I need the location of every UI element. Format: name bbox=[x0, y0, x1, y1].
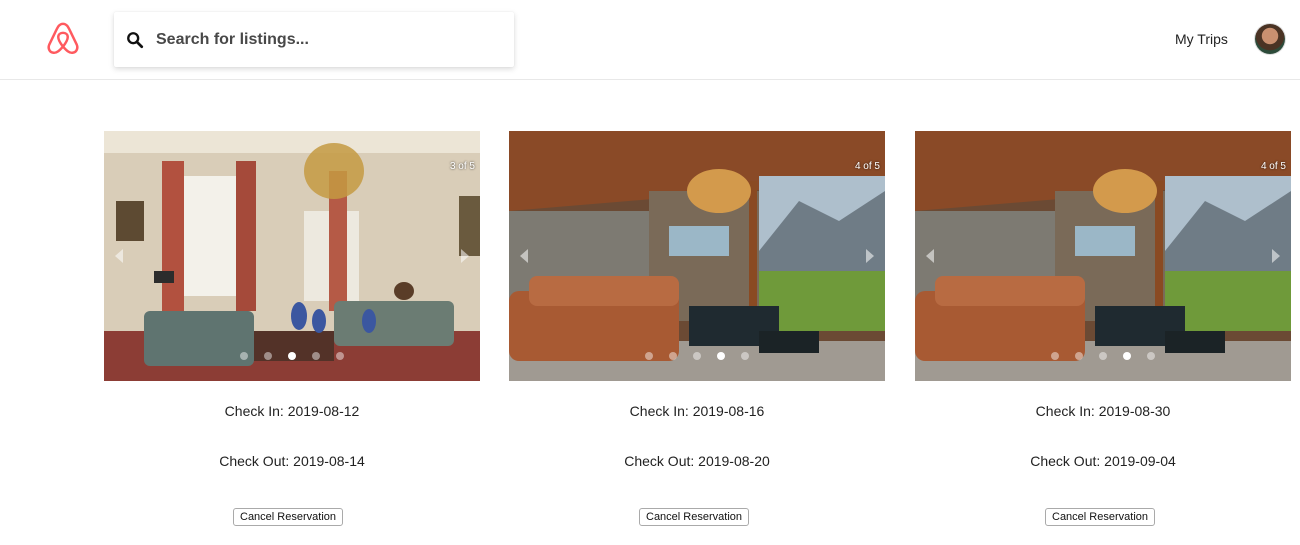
photo-dots bbox=[915, 352, 1291, 362]
carousel-dot[interactable] bbox=[1147, 352, 1155, 360]
listing-photo[interactable]: 4 of 5 bbox=[915, 131, 1291, 381]
carousel-dot[interactable] bbox=[1099, 352, 1107, 360]
check-in-date: Check In: 2019-08-16 bbox=[629, 403, 765, 419]
carousel-dot[interactable] bbox=[717, 352, 725, 360]
carousel-dot[interactable] bbox=[1051, 352, 1059, 360]
next-photo-arrow-icon[interactable] bbox=[1271, 248, 1281, 264]
carousel-dot[interactable] bbox=[336, 352, 344, 360]
listing-image bbox=[104, 131, 480, 381]
previous-photo-arrow-icon[interactable] bbox=[925, 248, 935, 264]
cancel-reservation-button[interactable]: Cancel Reservation bbox=[639, 508, 749, 526]
check-in-date: Check In: 2019-08-12 bbox=[224, 403, 360, 419]
photo-dots bbox=[104, 352, 480, 362]
reservation-card: 4 of 5 Check In: 2019-08-30 Check Out: 2… bbox=[915, 131, 1291, 526]
search-box[interactable] bbox=[114, 12, 514, 67]
search-icon bbox=[127, 32, 144, 49]
carousel-dot[interactable] bbox=[240, 352, 248, 360]
check-in-date: Check In: 2019-08-30 bbox=[1035, 403, 1171, 419]
my-trips-link[interactable]: My Trips bbox=[1175, 31, 1228, 47]
next-photo-arrow-icon[interactable] bbox=[865, 248, 875, 264]
photo-counter: 4 of 5 bbox=[1260, 161, 1286, 172]
airbnb-logo-icon[interactable] bbox=[44, 20, 82, 58]
cancel-reservation-button[interactable]: Cancel Reservation bbox=[1045, 508, 1155, 526]
top-navbar: My Trips bbox=[0, 0, 1300, 80]
photo-counter: 3 of 5 bbox=[449, 161, 475, 172]
listing-image bbox=[915, 131, 1291, 381]
carousel-dot[interactable] bbox=[669, 352, 677, 360]
user-avatar[interactable] bbox=[1255, 24, 1285, 54]
photo-counter: 4 of 5 bbox=[854, 161, 880, 172]
previous-photo-arrow-icon[interactable] bbox=[114, 248, 124, 264]
carousel-dot[interactable] bbox=[693, 352, 701, 360]
reservation-card: 4 of 5 Check In: 2019-08-16 Check Out: 2… bbox=[509, 131, 885, 526]
previous-photo-arrow-icon[interactable] bbox=[519, 248, 529, 264]
carousel-dot[interactable] bbox=[741, 352, 749, 360]
check-out-date: Check Out: 2019-08-20 bbox=[624, 453, 770, 469]
listing-photo[interactable]: 4 of 5 bbox=[509, 131, 885, 381]
carousel-dot[interactable] bbox=[312, 352, 320, 360]
carousel-dot[interactable] bbox=[288, 352, 296, 360]
next-photo-arrow-icon[interactable] bbox=[460, 248, 470, 264]
check-out-date: Check Out: 2019-09-04 bbox=[1030, 453, 1176, 469]
reservation-card: 3 of 5 Check In: 2019-08-12 Check Out: 2… bbox=[104, 131, 480, 526]
cancel-reservation-button[interactable]: Cancel Reservation bbox=[233, 508, 343, 526]
photo-dots bbox=[509, 352, 885, 362]
carousel-dot[interactable] bbox=[1123, 352, 1131, 360]
carousel-dot[interactable] bbox=[1075, 352, 1083, 360]
listing-photo[interactable]: 3 of 5 bbox=[104, 131, 480, 381]
search-input[interactable] bbox=[154, 25, 498, 55]
carousel-dot[interactable] bbox=[645, 352, 653, 360]
check-out-date: Check Out: 2019-08-14 bbox=[219, 453, 365, 469]
listing-image bbox=[509, 131, 885, 381]
carousel-dot[interactable] bbox=[264, 352, 272, 360]
